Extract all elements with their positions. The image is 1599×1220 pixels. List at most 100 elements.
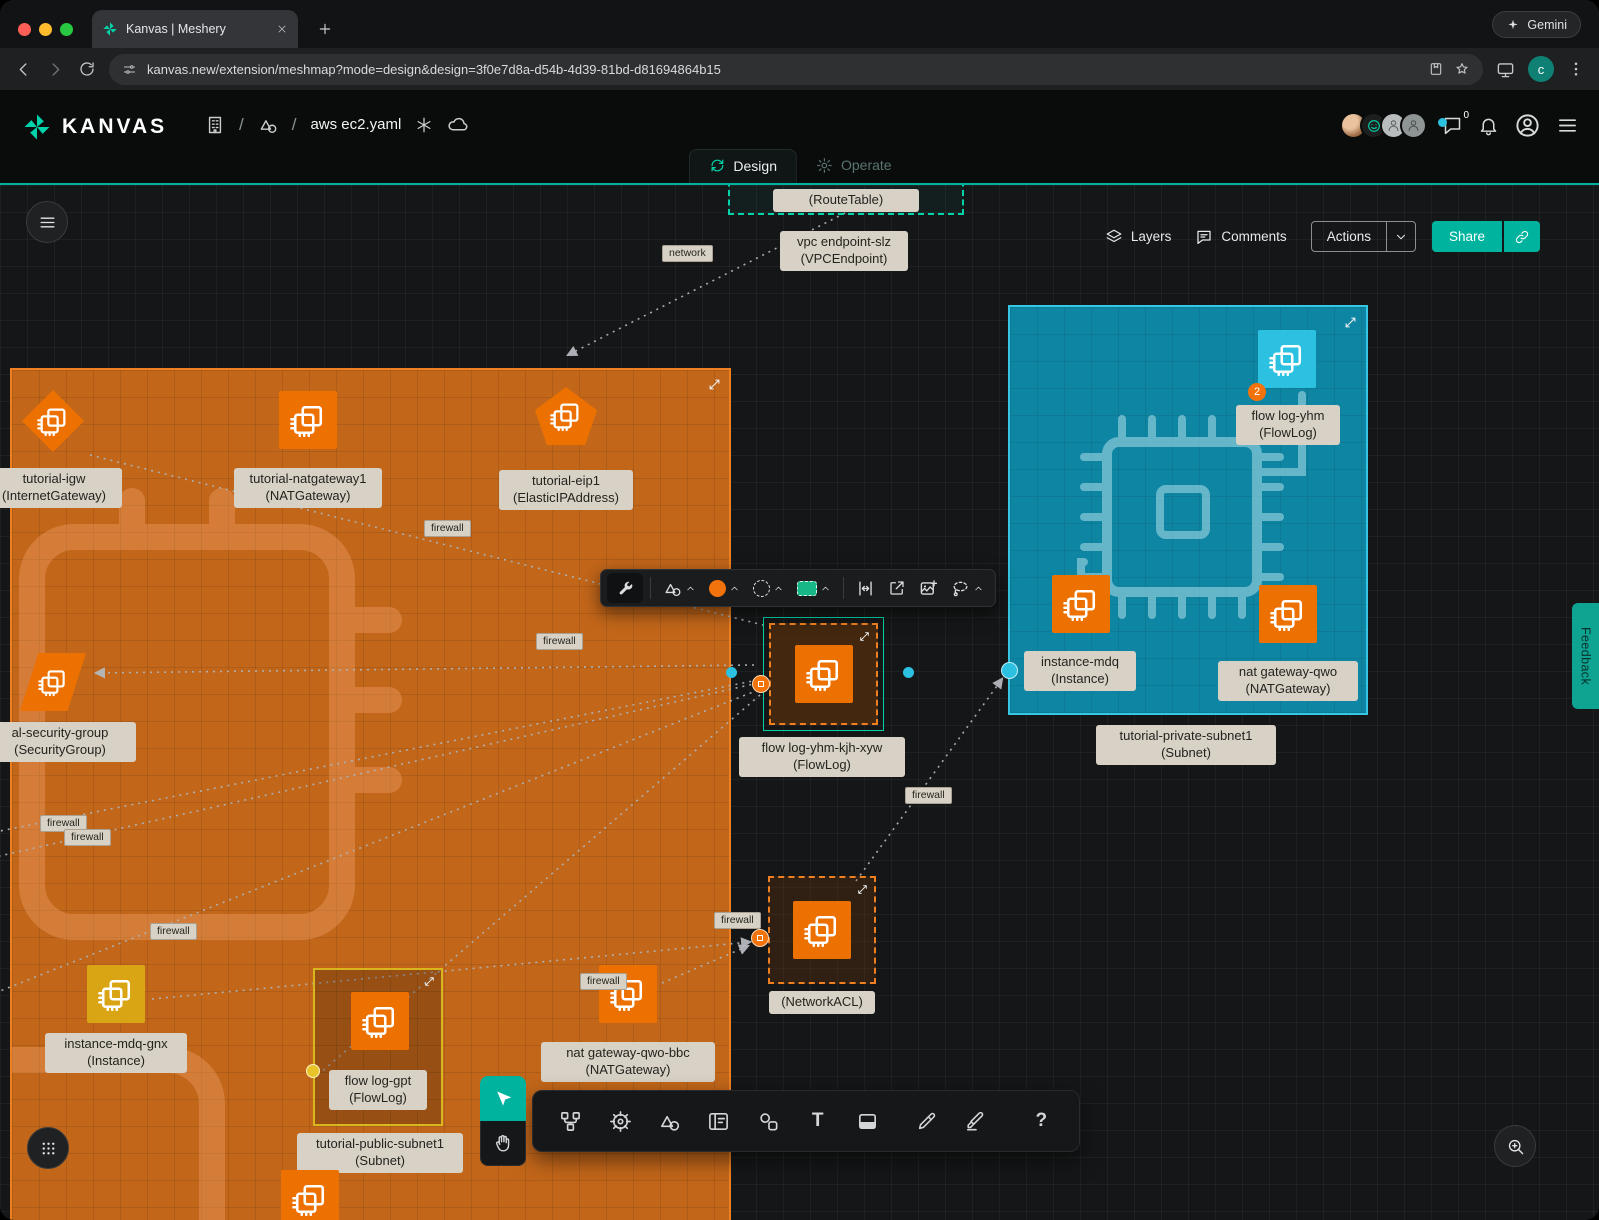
actions-label[interactable]: Actions bbox=[1312, 222, 1386, 251]
tab-operate[interactable]: Operate bbox=[797, 149, 911, 183]
configure-tool-button[interactable] bbox=[607, 573, 643, 603]
forward-button[interactable] bbox=[46, 60, 65, 79]
components-flow-button[interactable] bbox=[559, 1108, 582, 1134]
select-tool-button[interactable] bbox=[480, 1076, 526, 1121]
account-icon[interactable] bbox=[1514, 112, 1541, 139]
pen-tool-button[interactable] bbox=[915, 1108, 938, 1134]
shapes-tool-button[interactable] bbox=[658, 1108, 681, 1134]
collapse-group-icon[interactable] bbox=[1343, 315, 1358, 330]
collapse-group-icon[interactable] bbox=[423, 975, 436, 988]
browser-menu-icon[interactable] bbox=[1567, 60, 1585, 78]
widgets-grid-button[interactable] bbox=[27, 1127, 69, 1169]
reload-button[interactable] bbox=[78, 60, 96, 78]
design-canvas[interactable]: 2 flow log-yhm (FlowLog) instance-mdq (I… bbox=[0, 185, 1599, 1220]
site-settings-icon[interactable] bbox=[122, 62, 137, 77]
node-label-natgateway-bbc: nat gateway-qwo-bbc (NATGateway) bbox=[541, 1042, 715, 1082]
back-button[interactable] bbox=[14, 60, 33, 79]
bookmark-star-icon[interactable] bbox=[1454, 61, 1470, 77]
open-in-new-icon bbox=[888, 579, 906, 597]
design-filename[interactable]: aws ec2.yaml bbox=[310, 116, 401, 133]
chevron-down-icon bbox=[1394, 230, 1408, 244]
actions-chevron[interactable] bbox=[1386, 222, 1415, 251]
edge-firewall[interactable] bbox=[662, 946, 748, 983]
lasso-select-button[interactable] bbox=[946, 575, 989, 602]
subnet-connection-dot[interactable] bbox=[1001, 662, 1018, 679]
flowlog-port-handle[interactable] bbox=[752, 675, 770, 693]
node-partial-bottom[interactable] bbox=[281, 1170, 339, 1220]
layers-icon bbox=[1105, 228, 1123, 246]
marker-icon bbox=[965, 1110, 987, 1132]
selection-style-button[interactable] bbox=[792, 577, 836, 600]
collapse-node-icon[interactable] bbox=[856, 883, 869, 896]
comments-button[interactable]: Comments bbox=[1195, 228, 1286, 246]
acl-port-handle[interactable] bbox=[751, 929, 769, 947]
group-flowlog-gpt[interactable]: flow log-gpt (FlowLog) bbox=[313, 968, 443, 1126]
new-tab-button[interactable] bbox=[312, 16, 338, 42]
node-name: flow log-yhm-kjh-xyw bbox=[745, 740, 899, 757]
edge-endpoint-dot[interactable] bbox=[903, 667, 914, 678]
fit-width-button[interactable] bbox=[851, 575, 880, 602]
snapshot-snowflake-icon[interactable] bbox=[415, 116, 433, 134]
collaborator-avatar[interactable] bbox=[1400, 112, 1427, 139]
node-flowlog-gpt[interactable] bbox=[351, 992, 409, 1050]
url-bar[interactable]: kanvas.new/extension/meshmap?mode=design… bbox=[109, 54, 1483, 85]
fill-color-button[interactable] bbox=[704, 576, 745, 601]
workspace-shapes-icon[interactable] bbox=[258, 115, 278, 135]
chat-button[interactable]: 0 bbox=[1442, 115, 1463, 136]
maximize-window-button[interactable] bbox=[60, 23, 73, 36]
node-network-acl[interactable] bbox=[768, 876, 876, 984]
organization-icon[interactable] bbox=[205, 115, 225, 135]
header-menu-icon[interactable] bbox=[1556, 114, 1579, 137]
canvas-menu-button[interactable] bbox=[26, 201, 68, 243]
copy-link-button[interactable] bbox=[1504, 221, 1540, 252]
kanvas-logo[interactable]: KANVAS bbox=[22, 112, 167, 142]
helm-wheel-icon bbox=[609, 1110, 632, 1133]
lasso-icon bbox=[951, 579, 970, 598]
edge-endpoint-dot[interactable] bbox=[726, 667, 737, 678]
panel-tool-button[interactable] bbox=[707, 1108, 730, 1134]
flowlog-gpt-connection-dot[interactable] bbox=[306, 1064, 320, 1078]
edge-firewall[interactable] bbox=[152, 942, 750, 999]
collapse-node-icon[interactable] bbox=[858, 630, 871, 643]
marker-tool-button[interactable] bbox=[964, 1108, 987, 1134]
edge-firewall[interactable] bbox=[0, 683, 758, 865]
save-bookmark-box-icon[interactable] bbox=[1428, 61, 1444, 77]
zoom-button[interactable] bbox=[1494, 1125, 1536, 1167]
notifications-bell-icon[interactable] bbox=[1478, 115, 1499, 136]
gemini-button[interactable]: Gemini bbox=[1492, 11, 1581, 38]
node-natgateway1[interactable] bbox=[279, 391, 337, 449]
tab-design[interactable]: Design bbox=[688, 149, 797, 183]
edge-firewall[interactable] bbox=[96, 665, 754, 673]
selection-flowlog-xyw[interactable] bbox=[763, 617, 884, 731]
media-shapes-button[interactable] bbox=[757, 1108, 780, 1134]
feedback-tab[interactable]: Feedback bbox=[1572, 603, 1599, 709]
layers-button[interactable]: Layers bbox=[1105, 228, 1172, 246]
install-app-icon[interactable] bbox=[1496, 60, 1515, 79]
pan-tool-button[interactable] bbox=[480, 1121, 526, 1166]
browser-profile-avatar[interactable]: c bbox=[1528, 56, 1554, 82]
border-style-button[interactable] bbox=[748, 576, 789, 601]
minimize-window-button[interactable] bbox=[39, 23, 52, 36]
text-tool-button[interactable]: T bbox=[806, 1108, 829, 1134]
node-label-network-acl: (NetworkACL) bbox=[769, 991, 875, 1014]
help-button[interactable]: ? bbox=[1030, 1108, 1053, 1134]
browser-tab[interactable]: Kanvas | Meshery bbox=[92, 10, 298, 48]
actions-dropdown[interactable]: Actions bbox=[1311, 221, 1416, 252]
open-in-new-button[interactable] bbox=[883, 575, 911, 601]
resource-chip-icon bbox=[37, 405, 69, 437]
node-instance-gnx[interactable] bbox=[87, 965, 145, 1023]
tab-close-icon[interactable] bbox=[276, 23, 288, 35]
share-button[interactable]: Share bbox=[1432, 221, 1502, 252]
kubernetes-tool-button[interactable] bbox=[608, 1108, 631, 1134]
image-plus-icon bbox=[919, 579, 938, 598]
node-flowlog-xyw[interactable] bbox=[769, 623, 878, 725]
node-name: nat gateway-qwo-bbc bbox=[547, 1045, 709, 1062]
selection-route-table[interactable]: (RouteTable) bbox=[728, 185, 964, 215]
cloud-sync-icon[interactable] bbox=[447, 114, 468, 135]
add-image-button[interactable] bbox=[914, 575, 943, 602]
shape-picker-button[interactable] bbox=[658, 575, 701, 602]
note-tool-button[interactable] bbox=[855, 1108, 878, 1134]
collapse-group-icon[interactable] bbox=[707, 377, 722, 392]
url-text[interactable]: kanvas.new/extension/meshmap?mode=design… bbox=[147, 62, 1418, 77]
close-window-button[interactable] bbox=[18, 23, 31, 36]
